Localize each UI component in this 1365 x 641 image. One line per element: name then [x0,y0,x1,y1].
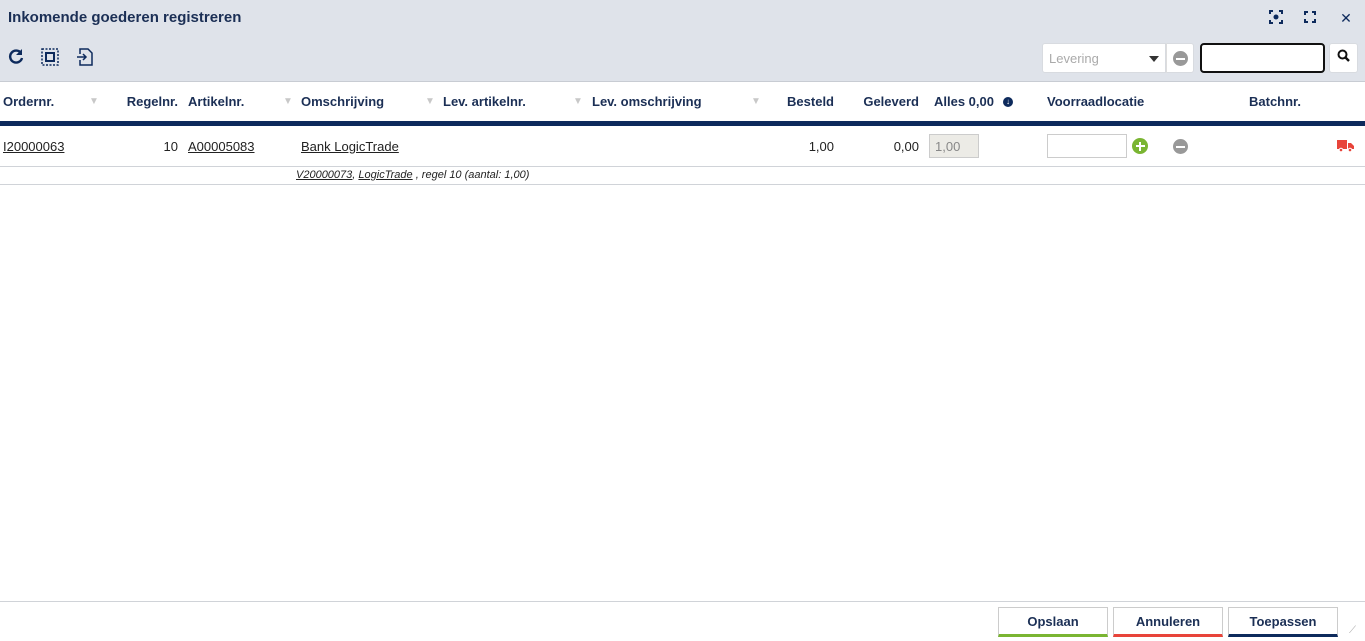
select-all-icon[interactable] [41,48,61,68]
save-button[interactable]: Opslaan [998,607,1108,637]
row-divider [0,166,1365,167]
article-link[interactable]: A00005083 [188,139,255,154]
truck-icon[interactable] [1337,139,1354,155]
resize-handle-icon[interactable]: ⟋ [1349,625,1356,636]
delivery-select-placeholder: Levering [1049,51,1099,66]
col-lev-omschrijving[interactable]: Lev. omschrijving [592,94,702,109]
remove-location-icon[interactable] [1172,139,1188,154]
footer-divider [0,601,1365,602]
add-location-icon[interactable] [1132,138,1148,154]
col-ordernr[interactable]: Ordernr. [3,94,54,109]
besteld-cell: 1,00 [808,139,834,154]
search-icon [1337,49,1350,62]
separator: , [352,169,356,181]
maximize-icon[interactable] [1302,10,1318,26]
col-artikelnr[interactable]: Artikelnr. [188,94,244,109]
delivery-select[interactable]: Levering [1042,43,1166,73]
cancel-button[interactable]: Annuleren [1113,607,1223,637]
row-detail-text: , regel 10 (aantal: 1,00) [415,169,530,181]
row-detail: V20000073, LogicTrade , regel 10 (aantal… [296,169,529,181]
col-omschrijving[interactable]: Omschrijving [301,94,384,109]
search-button[interactable] [1329,43,1358,73]
col-alles[interactable]: Alles 0,00 [934,94,994,109]
stock-location-input[interactable] [1047,134,1127,158]
geleverd-cell: 0,00 [893,139,919,154]
quantity-input[interactable]: 1,00 [929,134,979,158]
clear-select-button[interactable] [1166,43,1194,73]
filter-icon[interactable]: ▼ [425,96,435,107]
apply-button[interactable]: Toepassen [1228,607,1338,637]
header-divider [0,121,1365,126]
col-lev-artikelnr[interactable]: Lev. artikelnr. [443,94,526,109]
minus-circle-icon [1173,51,1188,66]
refresh-icon[interactable] [7,48,27,68]
sales-order-link[interactable]: V20000073 [296,169,352,181]
import-icon[interactable] [76,48,96,68]
col-regelnr[interactable]: Regelnr. [110,94,178,109]
order-link[interactable]: I20000063 [3,139,64,154]
search-input[interactable] [1200,43,1325,73]
description-link[interactable]: Bank LogicTrade [301,139,399,154]
focus-icon[interactable] [1268,10,1284,26]
col-geleverd[interactable]: Geleverd [840,94,919,109]
close-icon[interactable]: ✕ [1338,10,1354,26]
dialog-title: Inkomende goederen registreren [8,9,242,26]
row-divider [0,184,1365,185]
col-voorraadlocatie[interactable]: Voorraadlocatie [1047,94,1144,109]
filter-icon[interactable]: ▼ [573,96,583,107]
col-batchnr[interactable]: Batchnr. [1249,94,1301,109]
chevron-down-icon [1149,56,1159,62]
arrow-down-circle-icon[interactable]: ↓ [1003,97,1013,107]
filter-icon[interactable]: ▼ [89,96,99,107]
regelnr-cell: 10 [163,139,178,154]
filter-icon[interactable]: ▼ [283,96,293,107]
col-besteld[interactable]: Besteld [760,94,834,109]
supplier-link[interactable]: LogicTrade [358,169,412,181]
